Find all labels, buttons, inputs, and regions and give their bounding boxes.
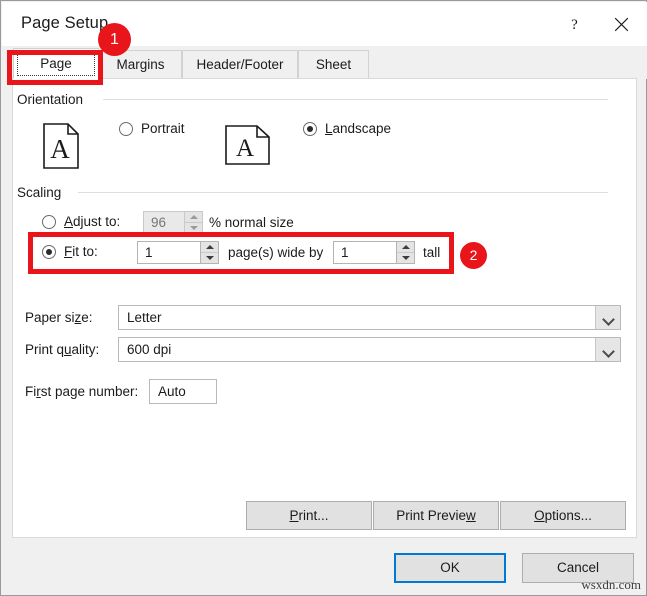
normal-size-label: % normal size [209, 215, 294, 230]
radio-fit-to[interactable]: Fit to: [42, 244, 98, 259]
radio-portrait[interactable]: Portrait [119, 121, 185, 136]
print-quality-value: 600 dpi [127, 342, 172, 357]
stepper-up-icon[interactable] [201, 242, 218, 252]
svg-text:A: A [236, 135, 254, 162]
adjust-to-value: 96 [151, 215, 167, 230]
stepper-up-icon[interactable] [185, 212, 202, 222]
paper-size-label: Paper size: [25, 310, 93, 325]
question-mark-icon: ? [551, 16, 597, 33]
tab-page-label: Page [40, 56, 72, 71]
pages-wide-by-label: page(s) wide by [228, 245, 324, 260]
help-button[interactable]: ? [551, 3, 597, 45]
svg-text:?: ? [571, 17, 578, 33]
fit-to-wide-stepper[interactable]: 1 [137, 241, 219, 264]
radio-fit-to-indicator [42, 244, 56, 259]
orientation-group-rule [103, 99, 608, 100]
fit-to-tall-stepper[interactable]: 1 [333, 241, 415, 264]
tab-sheet-label: Sheet [315, 57, 352, 72]
stepper-down-icon[interactable] [397, 252, 414, 263]
fit-to-wide-value: 1 [145, 245, 153, 260]
page-setup-dialog: Page Setup ? Page Margins Header/Footer … [0, 0, 647, 596]
annotation-badge-1: 1 [98, 23, 131, 56]
chevron-down-icon[interactable] [595, 306, 620, 329]
scaling-group-rule [78, 192, 608, 193]
stepper-up-icon[interactable] [397, 242, 414, 252]
landscape-page-icon: A [225, 125, 270, 165]
paper-size-value: Letter [127, 310, 162, 325]
fit-to-tall-value: 1 [341, 245, 349, 260]
tall-label: tall [423, 245, 441, 260]
close-icon [598, 17, 644, 32]
orientation-group-label: Orientation [17, 92, 89, 107]
scaling-group-label: Scaling [17, 185, 67, 200]
radio-adjust-to-indicator [42, 214, 56, 229]
radio-landscape[interactable]: Landscape [303, 121, 391, 136]
radio-landscape-label: Landscape [325, 121, 392, 136]
adjust-to-stepper-buttons[interactable] [184, 212, 202, 233]
chevron-down-icon[interactable] [595, 338, 620, 361]
radio-landscape-indicator [303, 121, 317, 136]
tab-sheet[interactable]: Sheet [298, 50, 369, 79]
radio-portrait-label: Portrait [141, 121, 185, 136]
tab-header-footer-label: Header/Footer [196, 57, 284, 72]
adjust-to-stepper[interactable]: 96 [143, 211, 203, 234]
first-page-number-input[interactable]: Auto [149, 379, 217, 404]
radio-adjust-to-label: Adjust to: [64, 214, 121, 229]
svg-text:A: A [50, 134, 70, 164]
radio-portrait-indicator [119, 121, 133, 136]
watermark: wsxdn.com [581, 577, 641, 592]
paper-size-select[interactable]: Letter [118, 305, 621, 330]
tab-page[interactable]: Page [13, 48, 99, 79]
print-quality-label: Print quality: [25, 342, 100, 357]
fit-to-tall-stepper-buttons[interactable] [396, 242, 414, 263]
print-button[interactable]: Print... [246, 501, 372, 530]
portrait-page-icon: A [43, 123, 79, 169]
print-quality-select[interactable]: 600 dpi [118, 337, 621, 362]
ok-button[interactable]: OK [394, 553, 506, 583]
tab-margins-label: Margins [116, 57, 165, 72]
tab-header-footer[interactable]: Header/Footer [182, 50, 298, 79]
print-preview-button[interactable]: Print Preview [373, 501, 499, 530]
page-title: Page Setup [21, 14, 109, 32]
close-button[interactable] [598, 3, 644, 45]
annotation-badge-2: 2 [460, 242, 487, 269]
options-button[interactable]: Options... [500, 501, 626, 530]
stepper-down-icon[interactable] [201, 252, 218, 263]
stepper-down-icon[interactable] [185, 222, 202, 233]
first-page-number-label: First page number: [25, 384, 139, 399]
tab-strip: Page Margins Header/Footer Sheet [2, 46, 647, 79]
fit-to-wide-stepper-buttons[interactable] [200, 242, 218, 263]
radio-adjust-to[interactable]: Adjust to: [42, 214, 120, 229]
radio-fit-to-label: Fit to: [64, 244, 98, 259]
